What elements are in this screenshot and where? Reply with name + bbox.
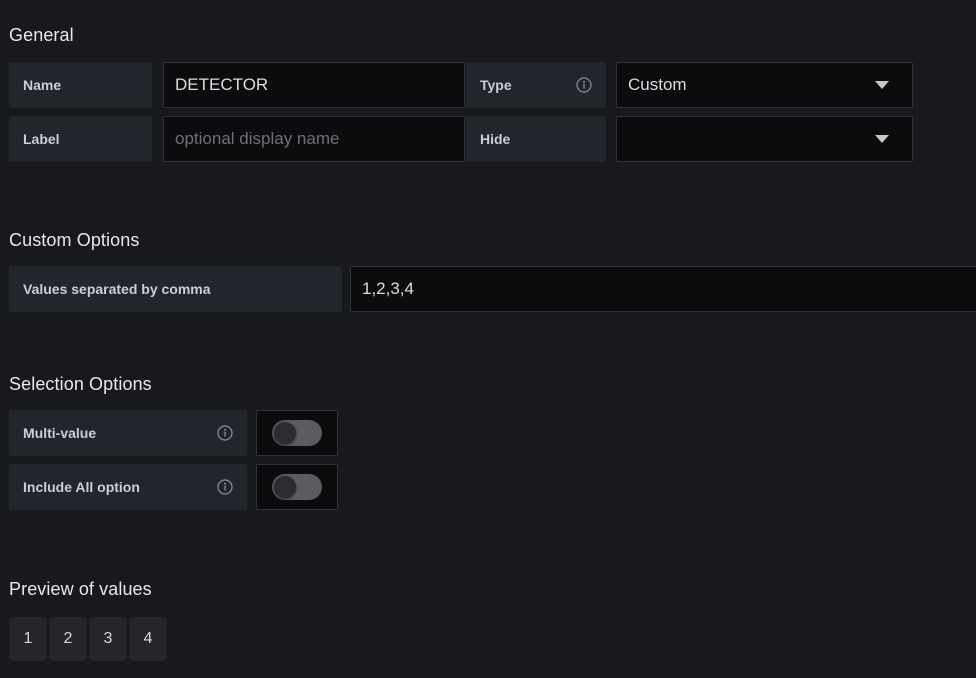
toggle-knob (274, 422, 296, 444)
hide-label-text: Hide (480, 131, 511, 147)
label-input-placeholder: optional display name (175, 129, 340, 148)
variable-editor-page: General Name DETECTOR Type Custom Label … (0, 0, 976, 678)
name-field-label: Name (9, 62, 152, 108)
type-select[interactable]: Custom (616, 62, 913, 108)
info-circle-icon[interactable] (217, 479, 233, 495)
values-label-text: Values separated by comma (23, 281, 211, 297)
selection-options-section-title: Selection Options (9, 374, 152, 394)
type-field-label: Type (466, 62, 606, 108)
toggle-knob (274, 476, 296, 498)
chevron-down-icon (875, 135, 889, 143)
label-label-text: Label (23, 131, 60, 147)
custom-values-input[interactable]: 1,2,3,4 (350, 266, 976, 312)
include-all-option-toggle[interactable] (256, 464, 338, 510)
chevron-down-icon (875, 81, 889, 89)
info-circle-icon[interactable] (576, 77, 592, 93)
info-circle-icon[interactable] (217, 425, 233, 441)
custom-options-section-title: Custom Options (9, 230, 140, 250)
preview-value-chip[interactable]: 4 (129, 617, 167, 661)
preview-value-chip[interactable]: 1 (9, 617, 47, 661)
preview-value-chip[interactable]: 2 (49, 617, 87, 661)
type-label-text: Type (480, 77, 512, 93)
multi-value-label: Multi-value (9, 410, 247, 456)
custom-values-input-value: 1,2,3,4 (362, 279, 414, 298)
hide-select[interactable] (616, 116, 913, 162)
name-label-text: Name (23, 77, 62, 93)
preview-value-chip[interactable]: 3 (89, 617, 127, 661)
multi-value-label-text: Multi-value (23, 425, 97, 441)
label-input[interactable]: optional display name (163, 116, 465, 162)
preview-values-list: 1 2 3 4 (9, 617, 167, 661)
include-all-option-label-text: Include All option (23, 479, 140, 495)
multi-value-toggle[interactable] (256, 410, 338, 456)
general-section-title: General (9, 25, 74, 45)
preview-of-values-section-title: Preview of values (9, 579, 152, 599)
name-input-value: DETECTOR (175, 75, 269, 94)
type-select-value: Custom (628, 75, 687, 94)
toggle-track (272, 474, 322, 500)
values-separated-by-comma-label: Values separated by comma (9, 266, 342, 312)
toggle-track (272, 420, 322, 446)
hide-field-label: Hide (466, 116, 606, 162)
label-field-label: Label (9, 116, 152, 162)
include-all-option-label: Include All option (9, 464, 247, 510)
name-input[interactable]: DETECTOR (163, 62, 465, 108)
